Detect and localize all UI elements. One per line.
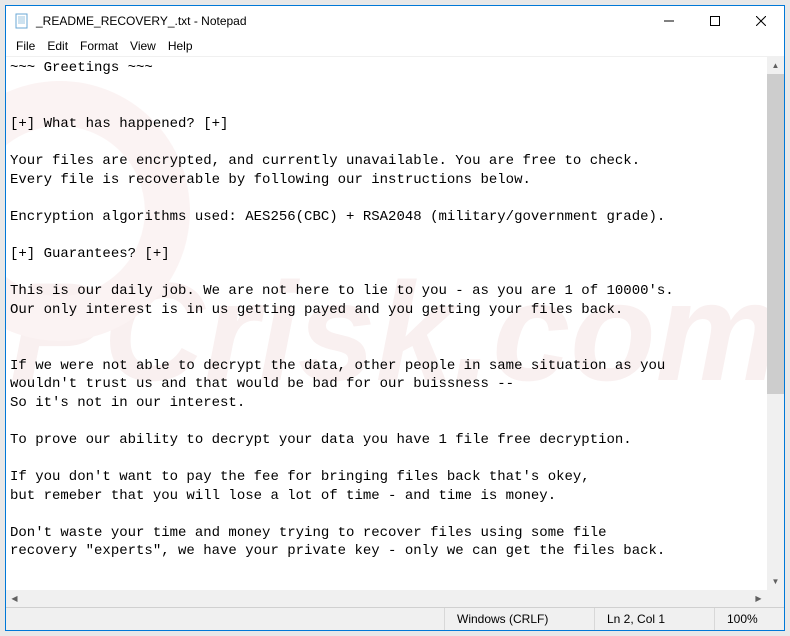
scroll-corner	[767, 590, 784, 607]
status-zoom: 100%	[714, 608, 784, 630]
app-icon	[14, 13, 30, 29]
horizontal-scrollbar[interactable]: ◀ ▶	[6, 590, 767, 607]
status-position: Ln 2, Col 1	[594, 608, 714, 630]
vertical-scrollbar[interactable]: ▲ ▼	[767, 57, 784, 590]
window-title: _README_RECOVERY_.txt - Notepad	[36, 14, 646, 28]
menu-view[interactable]: View	[124, 38, 162, 54]
vertical-scroll-thumb[interactable]	[767, 74, 784, 394]
scroll-right-button[interactable]: ▶	[750, 590, 767, 607]
menu-format[interactable]: Format	[74, 38, 124, 54]
minimize-button[interactable]	[646, 6, 692, 36]
menu-edit[interactable]: Edit	[41, 38, 74, 54]
text-area[interactable]: PCrisk.com ~~~ Greetings ~~~ [+] What ha…	[6, 57, 784, 607]
menu-help[interactable]: Help	[162, 38, 199, 54]
scroll-down-button[interactable]: ▼	[767, 573, 784, 590]
notepad-window: _README_RECOVERY_.txt - Notepad File Edi…	[5, 5, 785, 631]
horizontal-scroll-track[interactable]	[23, 590, 750, 607]
scroll-left-button[interactable]: ◀	[6, 590, 23, 607]
vertical-scroll-track[interactable]	[767, 394, 784, 573]
scroll-up-button[interactable]: ▲	[767, 57, 784, 74]
close-button[interactable]	[738, 6, 784, 36]
menu-file[interactable]: File	[10, 38, 41, 54]
window-controls	[646, 6, 784, 36]
document-text[interactable]: ~~~ Greetings ~~~ [+] What has happened?…	[6, 57, 784, 563]
maximize-button[interactable]	[692, 6, 738, 36]
titlebar: _README_RECOVERY_.txt - Notepad	[6, 6, 784, 36]
content-wrap: PCrisk.com ~~~ Greetings ~~~ [+] What ha…	[6, 56, 784, 607]
statusbar: Windows (CRLF) Ln 2, Col 1 100%	[6, 607, 784, 630]
status-encoding: Windows (CRLF)	[444, 608, 594, 630]
menubar: File Edit Format View Help	[6, 36, 784, 56]
